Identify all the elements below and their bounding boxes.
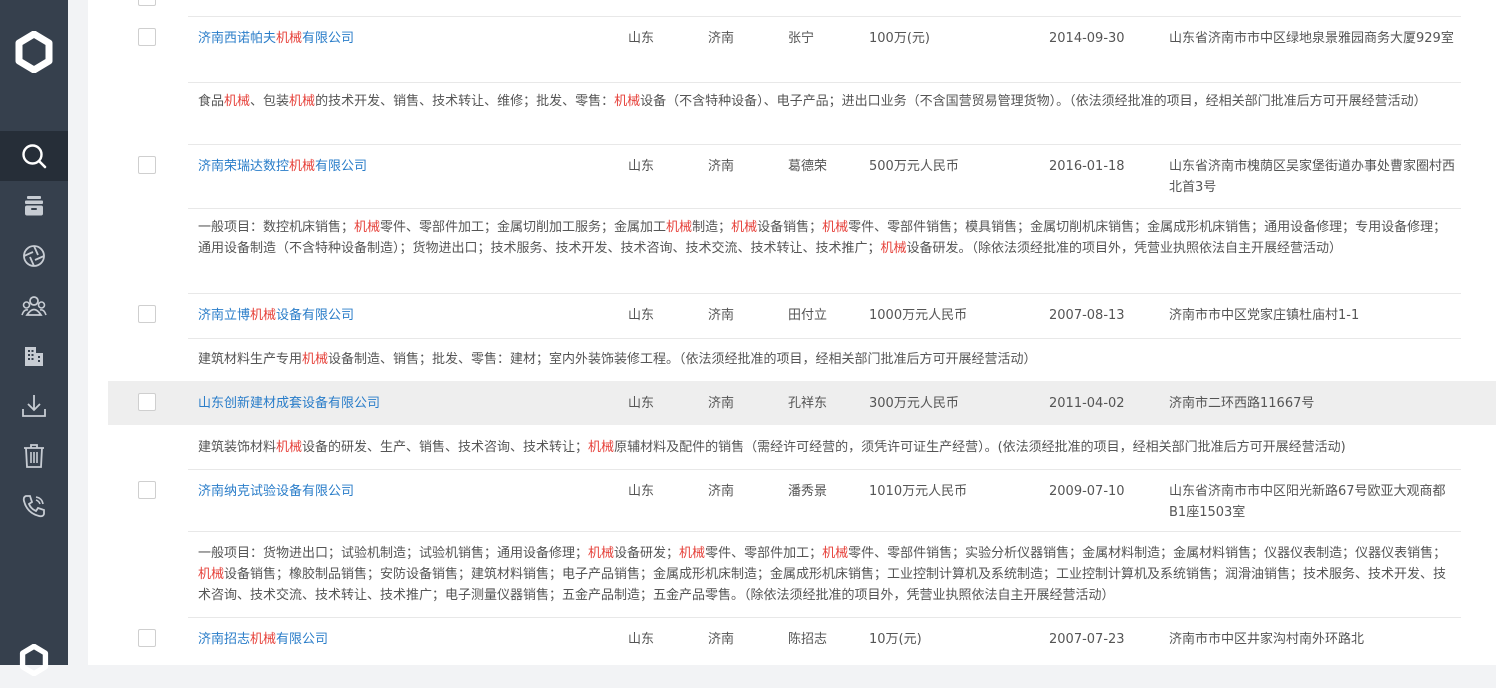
building-icon <box>25 347 43 366</box>
sidebar-item-layers[interactable] <box>0 184 68 228</box>
row-checkbox[interactable] <box>138 393 156 411</box>
address-cell: 济南市市中区井家沟村南外环路北 <box>1169 632 1365 647</box>
address-cell: 山东省济南市市中区阳光新路67号欧亚大观商都B1座1503室 <box>1169 484 1446 520</box>
city-cell: 济南 <box>708 31 735 46</box>
company-name-link[interactable]: 济南西诺帕夫机械有限公司 <box>198 28 354 49</box>
table-row: 济南招志机械有限公司 山东 济南 陈招志 10万(元) 2007-07-23 济… <box>108 617 1496 665</box>
app-logo-bottom[interactable] <box>0 632 68 688</box>
capital-cell: 100万(元) <box>869 31 930 46</box>
legal-person-cell: 葛德荣 <box>788 159 828 174</box>
group-icon <box>21 296 47 316</box>
city-cell: 济南 <box>708 396 735 411</box>
city-cell: 济南 <box>708 159 735 174</box>
business-scope: 建筑材料生产专用机械设备制造、销售；批发、零售：建材；室内外装饰装修工程。（依法… <box>198 352 1037 367</box>
row-checkbox[interactable] <box>138 305 156 323</box>
row-checkbox[interactable] <box>138 481 156 499</box>
date-cell: 2014-09-30 <box>1049 31 1125 46</box>
sidebar <box>0 0 68 676</box>
row-checkbox[interactable] <box>138 156 156 174</box>
date-cell: 2016-01-18 <box>1049 159 1125 174</box>
province-cell: 山东 <box>628 484 655 499</box>
search-icon <box>22 144 47 169</box>
sidebar-item-building[interactable] <box>0 334 68 378</box>
business-scope-row: 建筑材料生产专用机械设备制造、销售；批发、零售：建材；室内外装饰装修工程。（依法… <box>108 338 1496 381</box>
sidebar-item-aperture[interactable] <box>0 234 68 278</box>
address-cell: 济南市市中区党家庄镇杜庙村1-1 <box>1169 308 1360 323</box>
sidebar-item-download[interactable] <box>0 384 68 428</box>
sidebar-item-search[interactable] <box>0 131 68 181</box>
table-row: 济南西诺帕夫机械有限公司 山东 济南 张宁 100万(元) 2014-09-30… <box>108 16 1496 86</box>
business-scope: 食品机械、包装机械的技术开发、销售、技术转让、维修；批发、零售：机械设备（不含特… <box>198 94 1427 109</box>
address-cell: 济南市二环西路11667号 <box>1169 396 1315 411</box>
province-cell: 山东 <box>628 632 655 647</box>
date-cell: 2011-04-02 <box>1049 396 1125 411</box>
layers-icon <box>25 196 43 216</box>
business-scope-row: 一般项目：货物进出口；试验机制造；试验机销售；通用设备修理；机械设备研发；机械零… <box>108 531 1496 617</box>
company-name-link[interactable]: 济南纳克试验设备有限公司 <box>198 481 354 502</box>
date-cell: 2007-07-23 <box>1049 632 1125 647</box>
city-cell: 济南 <box>708 484 735 499</box>
capital-cell: 300万元人民币 <box>869 396 959 411</box>
business-scope: 一般项目：数控机床销售；机械零件、零部件加工；金属切削加工服务；金属加工机械制造… <box>198 220 1447 256</box>
legal-person-cell: 陈招志 <box>788 632 828 647</box>
legal-person-cell: 孔祥东 <box>788 396 828 411</box>
trash-icon <box>24 444 44 468</box>
company-name-link[interactable]: 济南立博机械设备有限公司 <box>198 305 354 326</box>
capital-cell: 1010万元人民币 <box>869 484 968 499</box>
legal-person-cell: 田付立 <box>788 308 828 323</box>
table-row: 山东创新建材成套设备有限公司 山东 济南 孔祥东 300万元人民币 2011-0… <box>108 381 1496 425</box>
sidebar-item-phone[interactable] <box>0 484 68 528</box>
business-scope-row: 一般项目：数控机床销售；机械零件、零部件加工；金属切削加工服务；金属加工机械制造… <box>108 208 1496 293</box>
row-checkbox[interactable] <box>138 629 156 647</box>
results-list: 济南西诺帕夫机械有限公司 山东 济南 张宁 100万(元) 2014-09-30… <box>88 0 1496 665</box>
address-cell: 山东省济南市槐荫区吴家堡街道办事处曹家圈村西北首3号 <box>1169 159 1456 195</box>
province-cell: 山东 <box>628 31 655 46</box>
phone-icon <box>22 495 45 518</box>
company-name-link[interactable]: 济南招志机械有限公司 <box>198 629 328 650</box>
date-cell: 2007-08-13 <box>1049 308 1125 323</box>
row-checkbox[interactable] <box>138 0 156 6</box>
business-scope-row: 食品机械、包装机械的技术开发、销售、技术转让、维修；批发、零售：机械设备（不含特… <box>108 82 1496 144</box>
business-scope-row: 建筑装饰材料机械设备的研发、生产、销售、技术咨询、技术转让；机械原辅材料及配件的… <box>108 425 1496 469</box>
app-logo[interactable] <box>0 24 68 80</box>
logo-icon <box>19 644 49 676</box>
city-cell: 济南 <box>708 632 735 647</box>
download-icon <box>22 395 46 417</box>
row-checkbox[interactable] <box>138 28 156 46</box>
business-scope: 一般项目：货物进出口；试验机制造；试验机销售；通用设备修理；机械设备研发；机械零… <box>198 546 1447 603</box>
capital-cell: 1000万元人民币 <box>869 308 968 323</box>
table-row: 济南荣瑞达数控机械有限公司 山东 济南 葛德荣 500万元人民币 2016-01… <box>108 144 1496 210</box>
aperture-icon <box>23 245 45 267</box>
company-name-link[interactable]: 济南荣瑞达数控机械有限公司 <box>198 156 367 177</box>
address-cell: 山东省济南市市中区绿地泉景雅园商务大厦929室 <box>1169 31 1454 46</box>
table-row: 济南立博机械设备有限公司 山东 济南 田付立 1000万元人民币 2007-08… <box>108 293 1496 338</box>
sidebar-item-trash[interactable] <box>0 434 68 478</box>
table-row: 济南纳克试验设备有限公司 山东 济南 潘秀景 1010万元人民币 2009-07… <box>108 469 1496 531</box>
capital-cell: 500万元人民币 <box>869 159 959 174</box>
legal-person-cell: 张宁 <box>788 31 815 46</box>
sidebar-item-group[interactable] <box>0 284 68 328</box>
business-scope: 建筑装饰材料机械设备的研发、生产、销售、技术咨询、技术转让；机械原辅材料及配件的… <box>198 440 1346 455</box>
date-cell: 2009-07-10 <box>1049 484 1125 499</box>
province-cell: 山东 <box>628 308 655 323</box>
legal-person-cell: 潘秀景 <box>788 484 828 499</box>
capital-cell: 10万(元) <box>869 632 922 647</box>
logo-icon <box>15 31 53 73</box>
province-cell: 山东 <box>628 396 655 411</box>
city-cell: 济南 <box>708 308 735 323</box>
province-cell: 山东 <box>628 159 655 174</box>
company-name-link[interactable]: 山东创新建材成套设备有限公司 <box>198 393 380 414</box>
